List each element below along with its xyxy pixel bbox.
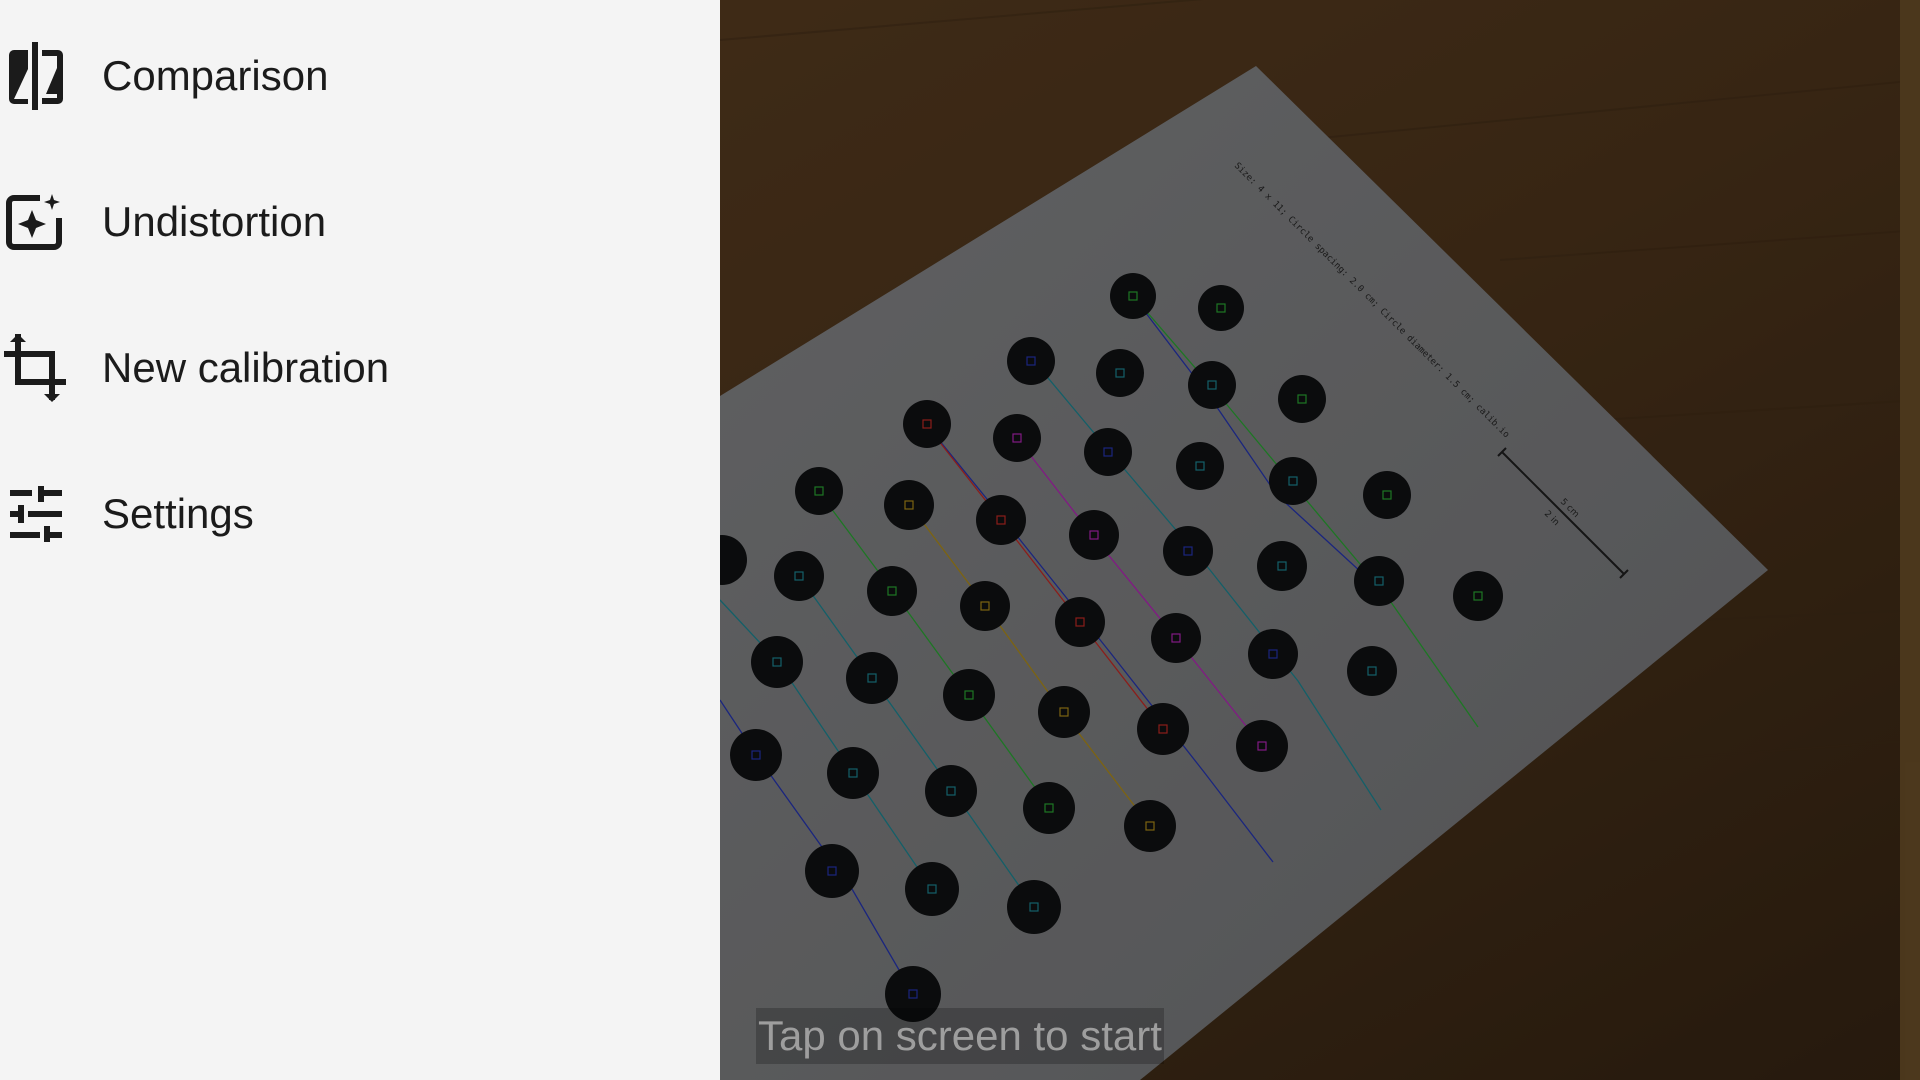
crop-icon	[4, 334, 68, 402]
nav-label-new-calibration: New calibration	[102, 344, 390, 391]
nav-item-undistortion[interactable]: Undistortion	[0, 162, 720, 282]
nav-item-comparison[interactable]: Comparison	[0, 16, 720, 136]
compare-icon	[4, 42, 68, 110]
auto-fix-image-icon	[4, 190, 68, 254]
nav-item-settings[interactable]: Settings	[0, 454, 720, 574]
nav-label-settings: Settings	[102, 490, 254, 537]
nav-label-comparison: Comparison	[102, 52, 329, 99]
navigation-drawer: Comparison Undistortion New calibration	[0, 0, 720, 1080]
tap-to-start-hint: Tap on screen to start	[756, 1008, 1164, 1064]
nav-item-new-calibration[interactable]: New calibration	[0, 308, 720, 428]
tune-sliders-icon	[4, 482, 68, 546]
nav-label-undistortion: Undistortion	[102, 198, 327, 245]
